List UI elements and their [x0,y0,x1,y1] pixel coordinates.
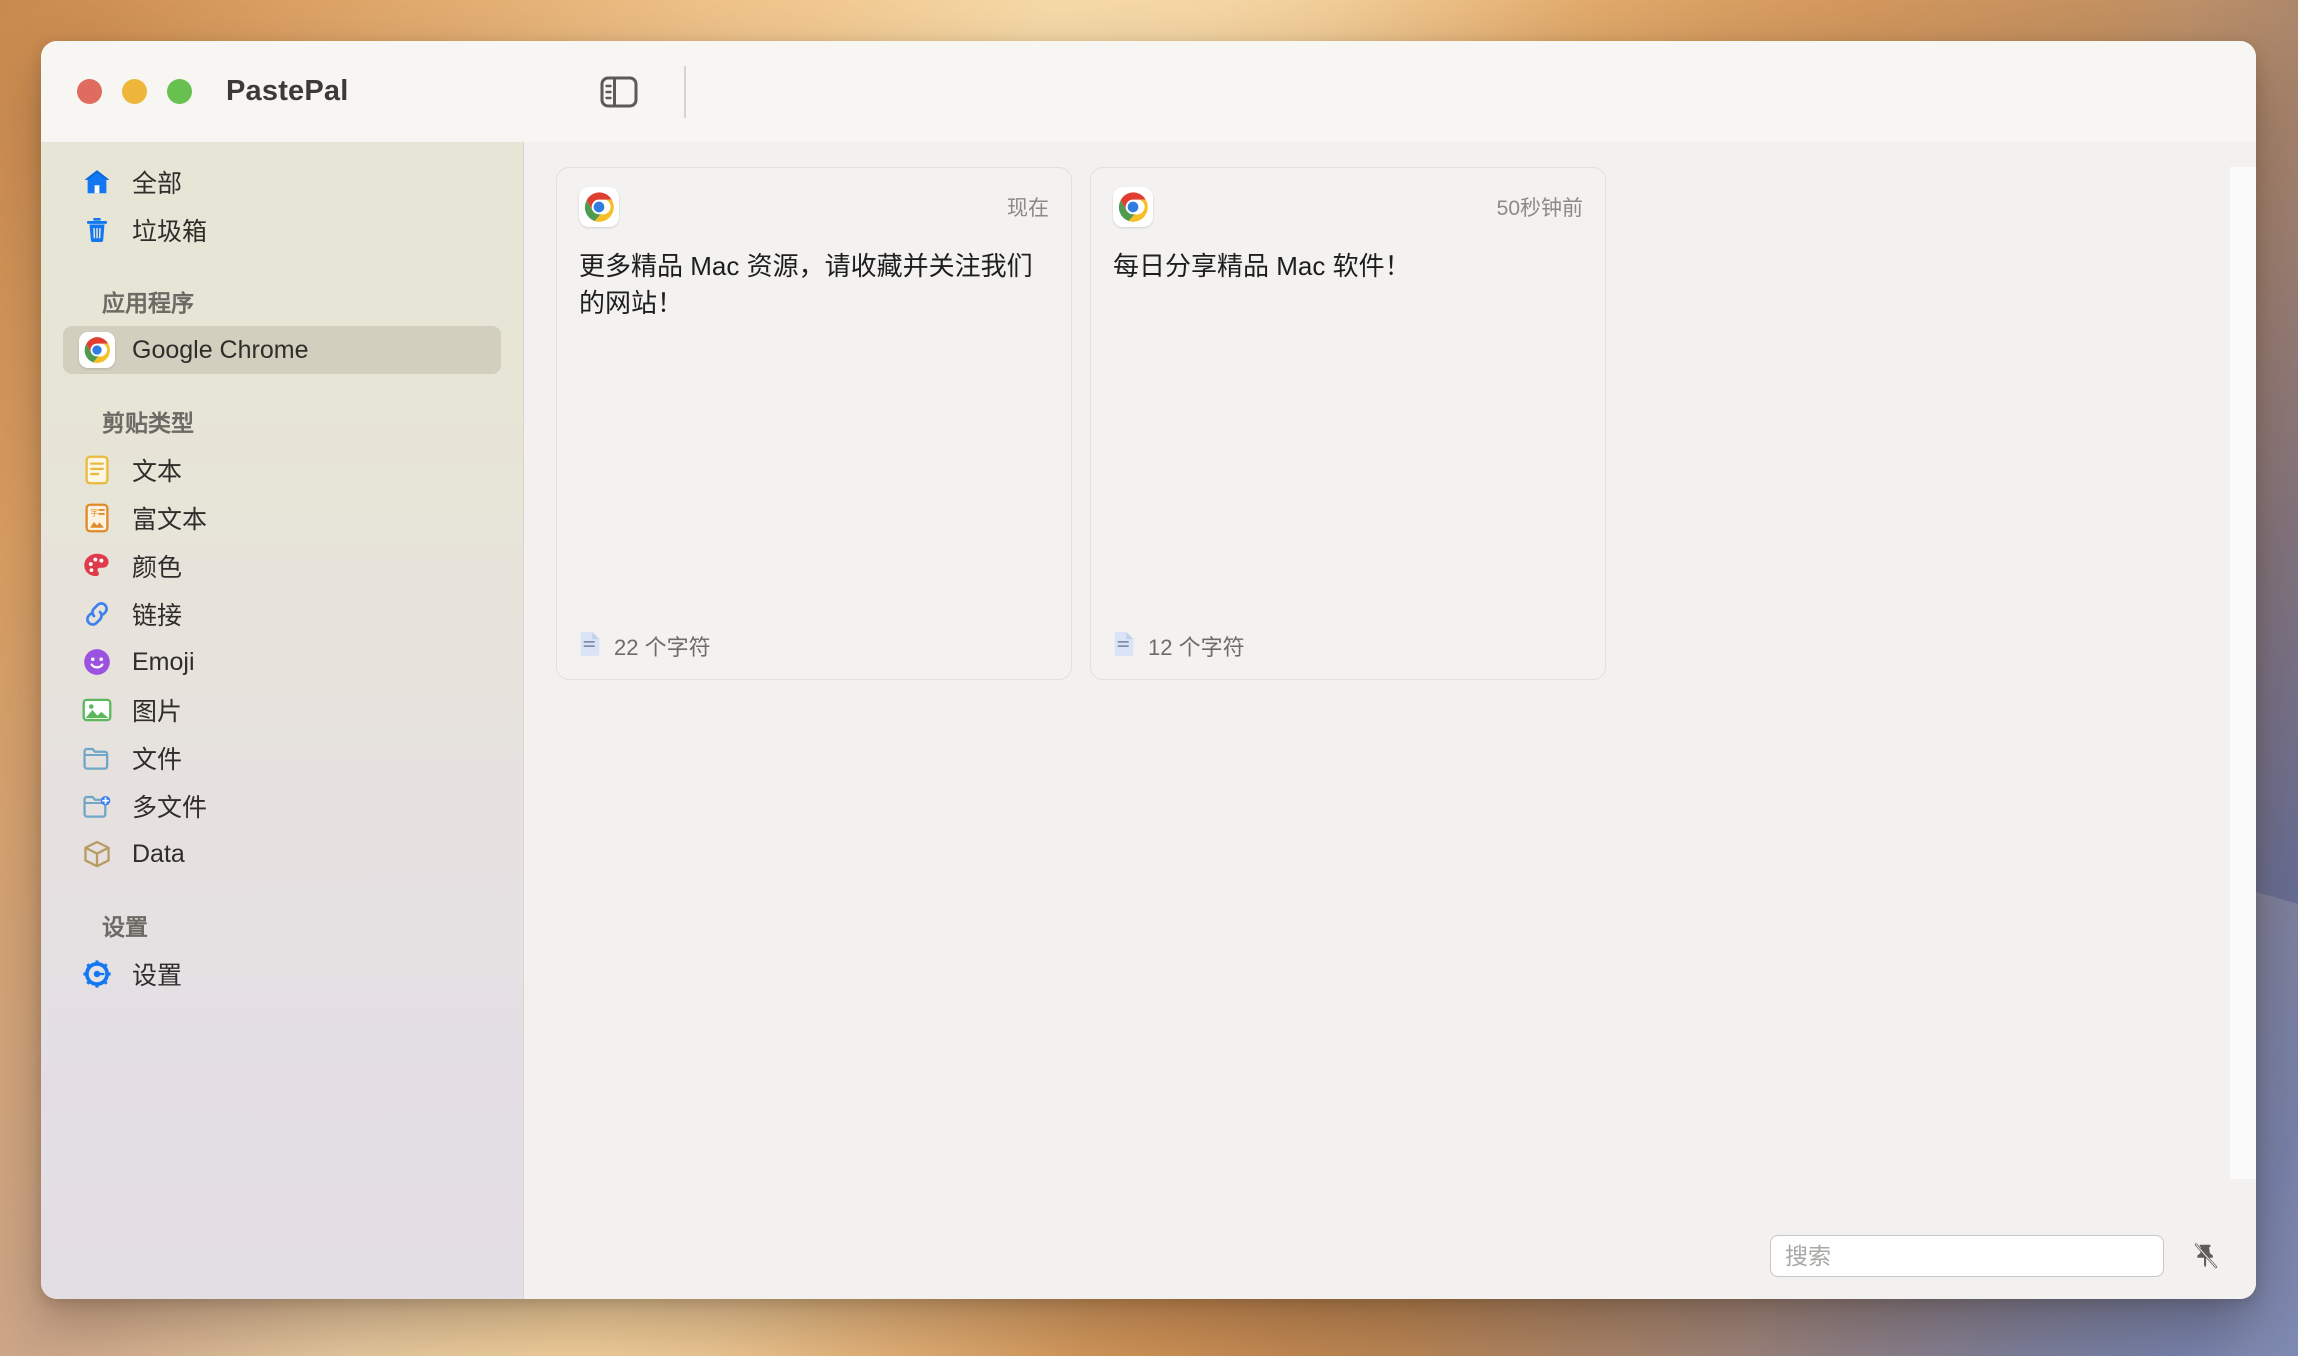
text-document-icon [80,453,114,487]
clip-card-footer: 22 个字符 [579,631,1049,661]
trash-icon [80,213,114,247]
close-button[interactable] [77,79,102,104]
clip-char-count: 12 个字符 [1148,635,1245,660]
sidebar-item-label: 颜色 [132,554,183,582]
sidebar-item-file[interactable]: 文件 [63,734,501,782]
sidebar-section-title-apps: 应用程序 [102,290,194,316]
clip-card-header: 50秒钟前 [1113,187,1583,227]
rich-text-icon: 字 [80,501,114,535]
sidebar-item-label: 文本 [132,458,183,486]
sidebar-item-label: 图片 [132,698,183,726]
sidebar-item-label: 链接 [132,602,183,630]
image-icon [80,693,114,727]
sidebar-item-label: Emoji [132,647,195,676]
sidebar-toggle-icon[interactable] [596,69,642,115]
app-window: PastePal 全部 垃圾箱 应用程序 Google Chrome 剪贴类型 … [41,41,2256,1299]
clip-card-header: 现在 [579,187,1049,227]
sidebar-item-color[interactable]: 颜色 [63,542,501,590]
minimize-button[interactable] [122,79,147,104]
multi-folder-icon [80,789,114,823]
text-document-icon [579,631,601,662]
clip-card[interactable]: 现在 更多精品 Mac 资源，请收藏并关注我们的网站！ 22 个字符 [556,167,1072,680]
content-scrollbar[interactable] [2230,167,2256,1179]
sidebar: 全部 垃圾箱 应用程序 Google Chrome 剪贴类型 文本 字 富文本 … [41,142,524,1299]
clip-text: 更多精品 Mac 资源，请收藏并关注我们的网站！ [579,251,1033,318]
toolbar [596,41,686,142]
sidebar-section-title-cliptypes: 剪贴类型 [102,410,194,436]
window-titlebar: PastePal [41,41,2256,142]
toolbar-divider [684,65,686,118]
clip-card[interactable]: 50秒钟前 每日分享精品 Mac 软件！ 12 个字符 [1090,167,1606,680]
clips-content-pane: 现在 更多精品 Mac 资源，请收藏并关注我们的网站！ 22 个字符 50秒钟前… [524,142,2256,1299]
sidebar-item-label: 垃圾箱 [132,218,208,246]
sidebar-item-text[interactable]: 文本 [63,446,501,494]
sidebar-item-data[interactable]: Data [63,830,501,878]
sidebar-item-label: 全部 [132,170,183,198]
sidebar-item-link[interactable]: 链接 [63,590,501,638]
bottom-bar [524,1213,2256,1299]
clip-text: 每日分享精品 Mac 软件！ [1113,251,1411,281]
text-document-icon [1113,631,1135,662]
sidebar-item-google-chrome[interactable]: Google Chrome [63,326,501,374]
sidebar-item-label: 文件 [132,746,183,774]
sidebar-item-label: Google Chrome [132,335,309,364]
gear-icon [80,957,114,991]
folder-icon [80,741,114,775]
page-title: PastePal [226,75,349,107]
emoji-icon [80,645,114,679]
sidebar-item-label: 设置 [132,962,183,990]
search-input[interactable] [1770,1235,2164,1277]
house-icon [80,165,114,199]
sidebar-item-image[interactable]: 图片 [63,686,501,734]
package-icon [80,837,114,871]
sidebar-item-settings[interactable]: 设置 [63,950,501,998]
pin-slash-icon[interactable] [2186,1236,2226,1276]
sidebar-section-title-settings: 设置 [102,914,148,940]
window-body: 全部 垃圾箱 应用程序 Google Chrome 剪贴类型 文本 字 富文本 … [41,142,2256,1299]
chrome-icon [579,187,619,227]
sidebar-item-label: Data [132,839,185,868]
clip-timestamp: 50秒钟前 [1496,197,1583,220]
sidebar-item-emoji[interactable]: Emoji [63,638,501,686]
sidebar-item-label: 富文本 [132,506,208,534]
clips-grid: 现在 更多精品 Mac 资源，请收藏并关注我们的网站！ 22 个字符 50秒钟前… [524,142,2256,1213]
chrome-icon [79,332,115,368]
sidebar-item-label: 多文件 [132,794,208,822]
clip-char-count: 22 个字符 [614,635,711,660]
traffic-lights [77,79,192,104]
sidebar-item-all[interactable]: 全部 [63,158,501,206]
maximize-button[interactable] [167,79,192,104]
clip-timestamp: 现在 [1007,197,1049,220]
palette-icon [80,549,114,583]
svg-text:字: 字 [90,508,98,518]
sidebar-item-multi-file[interactable]: 多文件 [63,782,501,830]
clip-card-footer: 12 个字符 [1113,631,1583,661]
link-icon [80,597,114,631]
sidebar-item-trash[interactable]: 垃圾箱 [63,206,501,254]
sidebar-item-rich-text[interactable]: 字 富文本 [63,494,501,542]
chrome-icon [1113,187,1153,227]
